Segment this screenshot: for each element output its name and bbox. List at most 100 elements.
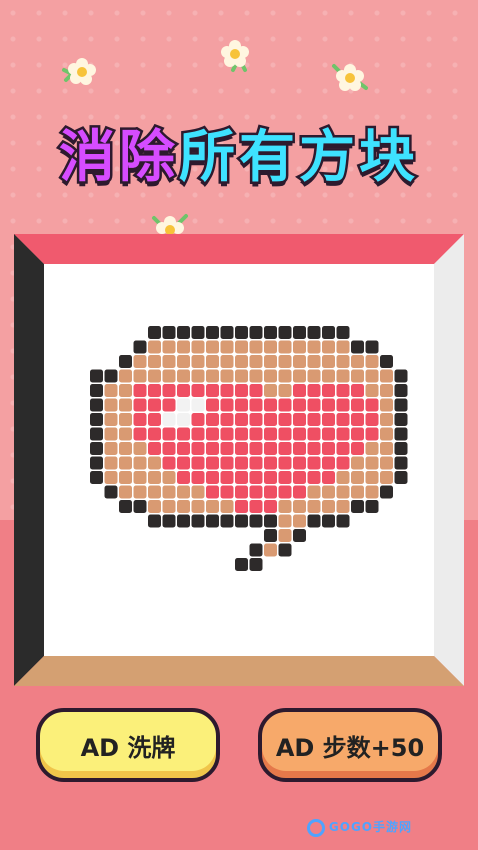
tan-block[interactable]: [249, 369, 263, 383]
outline-block[interactable]: [394, 369, 408, 383]
heart-block[interactable]: [206, 427, 219, 441]
outline-block[interactable]: [394, 384, 408, 397]
heart-block[interactable]: [278, 398, 292, 412]
tan-block[interactable]: [365, 355, 379, 368]
outline-block[interactable]: [162, 326, 176, 339]
heart-block[interactable]: [322, 471, 335, 484]
heart-block[interactable]: [307, 442, 321, 455]
heart-block[interactable]: [191, 456, 205, 470]
heart-block[interactable]: [177, 442, 190, 455]
outline-block[interactable]: [322, 514, 335, 528]
tan-block[interactable]: [104, 413, 118, 426]
outline-block[interactable]: [380, 485, 393, 499]
heart-block[interactable]: [235, 398, 248, 412]
tan-block[interactable]: [264, 369, 277, 383]
heart-block[interactable]: [235, 427, 248, 441]
heart-block[interactable]: [322, 442, 335, 455]
heart-block[interactable]: [191, 413, 205, 426]
tan-block[interactable]: [119, 427, 132, 441]
heart-block[interactable]: [235, 384, 248, 397]
heart-block[interactable]: [249, 384, 263, 397]
tan-block[interactable]: [264, 340, 277, 354]
tan-block[interactable]: [133, 485, 147, 499]
heart-block[interactable]: [264, 427, 277, 441]
tan-block[interactable]: [293, 340, 306, 354]
outline-block[interactable]: [307, 326, 321, 339]
tan-block[interactable]: [351, 456, 364, 470]
heart-block[interactable]: [133, 413, 147, 426]
heart-block[interactable]: [249, 485, 263, 499]
tan-block[interactable]: [177, 355, 190, 368]
tan-block[interactable]: [351, 369, 364, 383]
heart-block[interactable]: [133, 427, 147, 441]
outline-block[interactable]: [249, 558, 263, 571]
tan-block[interactable]: [322, 500, 335, 513]
outline-block[interactable]: [235, 326, 248, 339]
tan-block[interactable]: [133, 471, 147, 484]
heart-block[interactable]: [264, 500, 277, 513]
outline-block[interactable]: [322, 326, 335, 339]
heart-block[interactable]: [336, 384, 350, 397]
tan-block[interactable]: [264, 384, 277, 397]
heart-block[interactable]: [307, 427, 321, 441]
outline-block[interactable]: [177, 514, 190, 528]
heart-block[interactable]: [191, 471, 205, 484]
heart-block[interactable]: [148, 442, 161, 455]
tan-block[interactable]: [206, 500, 219, 513]
tan-block[interactable]: [104, 398, 118, 412]
outline-block[interactable]: [148, 514, 161, 528]
heart-block[interactable]: [191, 384, 205, 397]
tan-block[interactable]: [336, 355, 350, 368]
heart-block[interactable]: [191, 442, 205, 455]
tan-block[interactable]: [380, 456, 393, 470]
tan-block[interactable]: [365, 442, 379, 455]
highlight-block[interactable]: [177, 398, 190, 412]
outline-block[interactable]: [119, 500, 132, 513]
heart-block[interactable]: [278, 471, 292, 484]
heart-block[interactable]: [264, 456, 277, 470]
tan-block[interactable]: [148, 456, 161, 470]
tan-block[interactable]: [206, 355, 219, 368]
heart-block[interactable]: [206, 384, 219, 397]
heart-block[interactable]: [307, 398, 321, 412]
outline-block[interactable]: [191, 514, 205, 528]
tan-block[interactable]: [119, 471, 132, 484]
outline-block[interactable]: [90, 456, 103, 470]
tan-block[interactable]: [191, 500, 205, 513]
outline-block[interactable]: [90, 398, 103, 412]
outline-block[interactable]: [90, 413, 103, 426]
highlight-block[interactable]: [162, 413, 176, 426]
outline-block[interactable]: [380, 355, 393, 368]
outline-block[interactable]: [119, 355, 132, 368]
tan-block[interactable]: [380, 384, 393, 397]
heart-block[interactable]: [133, 384, 147, 397]
tan-block[interactable]: [322, 485, 335, 499]
heart-block[interactable]: [191, 427, 205, 441]
outline-block[interactable]: [351, 500, 364, 513]
tan-block[interactable]: [278, 340, 292, 354]
tan-block[interactable]: [148, 471, 161, 484]
heart-block[interactable]: [220, 485, 234, 499]
outline-block[interactable]: [220, 514, 234, 528]
heart-block[interactable]: [148, 398, 161, 412]
heart-block[interactable]: [264, 442, 277, 455]
heart-block[interactable]: [177, 384, 190, 397]
tan-block[interactable]: [365, 456, 379, 470]
tan-block[interactable]: [177, 340, 190, 354]
highlight-block[interactable]: [191, 398, 205, 412]
outline-block[interactable]: [90, 369, 103, 383]
tan-block[interactable]: [264, 543, 277, 557]
tan-block[interactable]: [148, 355, 161, 368]
heart-block[interactable]: [249, 442, 263, 455]
tan-block[interactable]: [133, 355, 147, 368]
tan-block[interactable]: [177, 500, 190, 513]
outline-block[interactable]: [365, 500, 379, 513]
tan-block[interactable]: [293, 369, 306, 383]
heart-block[interactable]: [162, 398, 176, 412]
tan-block[interactable]: [278, 500, 292, 513]
outline-block[interactable]: [90, 427, 103, 441]
tan-block[interactable]: [148, 369, 161, 383]
outline-block[interactable]: [336, 514, 350, 528]
tan-block[interactable]: [220, 500, 234, 513]
tan-block[interactable]: [148, 485, 161, 499]
